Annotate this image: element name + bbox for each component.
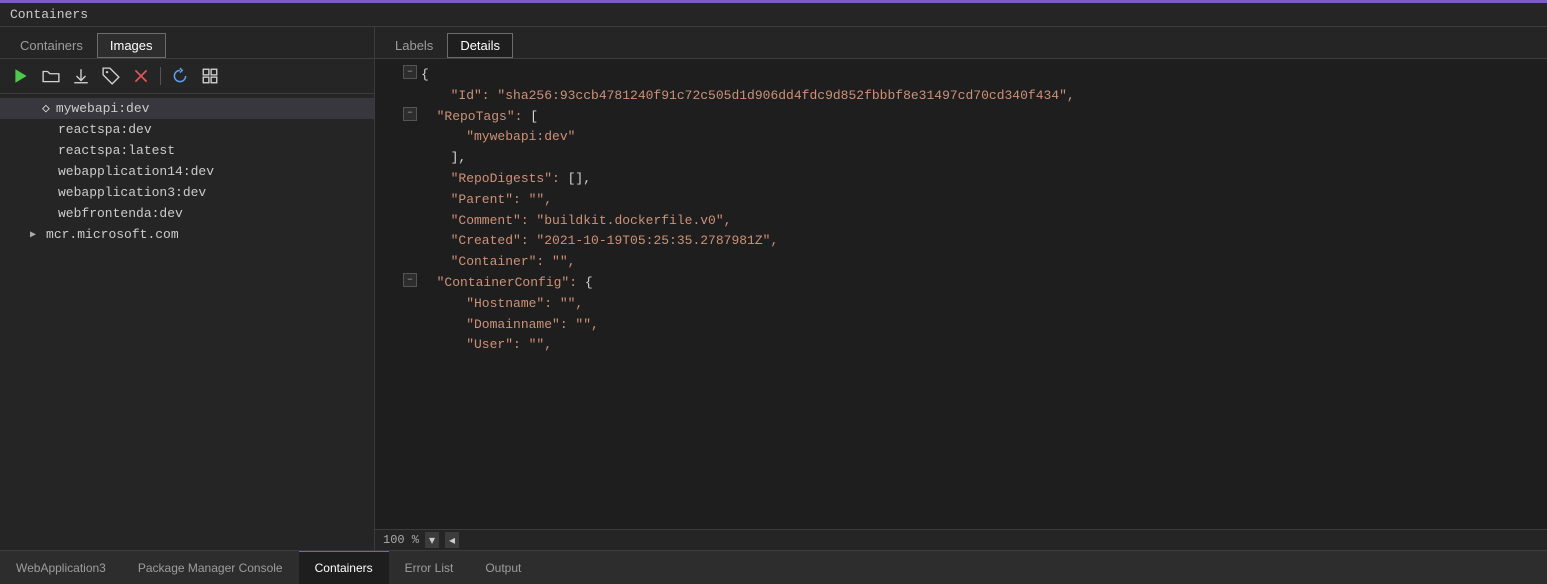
left-panel: Containers Images bbox=[0, 27, 375, 550]
collapse-button[interactable]: − bbox=[403, 273, 417, 287]
json-key: "ContainerConfig": bbox=[421, 273, 577, 294]
scroll-left-button[interactable]: ◂ bbox=[445, 532, 459, 548]
list-item[interactable]: webfrontenda:dev bbox=[0, 203, 374, 224]
json-key: "Domainname": bbox=[435, 315, 568, 336]
zoom-bar: 100 % ▾ ◂ bbox=[375, 529, 1547, 550]
image-list: ◇ mywebapi:dev reactspa:dev reactspa:lat… bbox=[0, 94, 374, 550]
json-bracket: { bbox=[577, 273, 593, 294]
json-value: "", bbox=[568, 315, 599, 336]
list-item[interactable]: webapplication3:dev bbox=[0, 182, 374, 203]
json-line: − { bbox=[375, 65, 1547, 86]
json-line: "Parent": "", bbox=[375, 190, 1547, 211]
item-label: mcr.microsoft.com bbox=[46, 227, 179, 242]
right-tab-bar: Labels Details bbox=[375, 27, 1547, 59]
open-folder-button[interactable] bbox=[38, 65, 64, 87]
tab-package-manager-console[interactable]: Package Manager Console bbox=[122, 551, 299, 584]
zoom-label: 100 % bbox=[383, 533, 419, 547]
list-item[interactable]: reactspa:latest bbox=[0, 140, 374, 161]
json-line: "mywebapi:dev" bbox=[375, 127, 1547, 148]
json-line: "Hostname": "", bbox=[375, 294, 1547, 315]
json-value: "", bbox=[521, 335, 552, 356]
tab-containers[interactable]: Containers bbox=[8, 33, 95, 58]
json-key: "Container": bbox=[435, 252, 544, 273]
json-line: "RepoDigests": [], bbox=[375, 169, 1547, 190]
json-value: "", bbox=[552, 294, 583, 315]
item-label: reactspa:dev bbox=[58, 122, 152, 137]
title-bar: Containers bbox=[0, 3, 1547, 27]
json-key: "Id": bbox=[435, 86, 490, 107]
json-key: "Hostname": bbox=[435, 294, 552, 315]
pull-button[interactable] bbox=[68, 65, 94, 87]
json-bracket: [ bbox=[522, 107, 538, 128]
left-toolbar bbox=[0, 59, 374, 94]
content-area: Containers Images bbox=[0, 27, 1547, 550]
main-container: Containers Containers Images bbox=[0, 3, 1547, 584]
collapse-button[interactable]: − bbox=[403, 107, 417, 121]
json-value: "sha256:93ccb4781240f91c72c505d1d906dd4f… bbox=[490, 86, 1075, 107]
json-line: "User": "", bbox=[375, 335, 1547, 356]
delete-button[interactable] bbox=[128, 65, 154, 87]
list-item[interactable]: ◇ mywebapi:dev bbox=[0, 98, 374, 119]
json-key: "RepoDigests": bbox=[435, 169, 560, 190]
zoom-dropdown-button[interactable]: ▾ bbox=[425, 532, 439, 548]
json-key: "RepoTags": bbox=[421, 107, 522, 128]
json-value: "", bbox=[521, 190, 552, 211]
item-label: webapplication3:dev bbox=[58, 185, 206, 200]
item-label: mywebapi:dev bbox=[56, 101, 150, 116]
tab-containers-bottom[interactable]: Containers bbox=[299, 551, 389, 584]
json-line: "Id": "sha256:93ccb4781240f91c72c505d1d9… bbox=[375, 86, 1547, 107]
tab-labels[interactable]: Labels bbox=[383, 33, 445, 58]
tab-webapplication3[interactable]: WebApplication3 bbox=[0, 551, 122, 584]
json-value: "", bbox=[544, 252, 575, 273]
expand-icon[interactable]: ▶ bbox=[30, 229, 36, 241]
refresh-button[interactable] bbox=[167, 65, 193, 87]
run-button[interactable] bbox=[8, 65, 34, 87]
json-bracket: [], bbox=[560, 169, 591, 190]
json-bracket: ], bbox=[435, 148, 466, 169]
title-text: Containers bbox=[10, 7, 88, 22]
json-key: "Comment": bbox=[435, 211, 529, 232]
tag-icon: ◇ bbox=[42, 101, 50, 116]
json-value: "mywebapi:dev" bbox=[435, 127, 575, 148]
list-item[interactable]: ▶ mcr.microsoft.com bbox=[0, 224, 374, 245]
tab-error-list[interactable]: Error List bbox=[389, 551, 470, 584]
list-item[interactable]: webapplication14:dev bbox=[0, 161, 374, 182]
left-tab-bar: Containers Images bbox=[0, 27, 374, 59]
json-content[interactable]: − { "Id": "sha256:93ccb4781240f91c72c505… bbox=[375, 59, 1547, 529]
tab-images[interactable]: Images bbox=[97, 33, 166, 58]
json-line: − "ContainerConfig": { bbox=[375, 273, 1547, 294]
item-label: webfrontenda:dev bbox=[58, 206, 183, 221]
collapse-button[interactable]: − bbox=[403, 65, 417, 79]
json-key: "Created": bbox=[435, 231, 529, 252]
list-item[interactable]: reactspa:dev bbox=[0, 119, 374, 140]
json-line: "Created": "2021-10-19T05:25:35.2787981Z… bbox=[375, 231, 1547, 252]
json-line: "Container": "", bbox=[375, 252, 1547, 273]
item-label: reactspa:latest bbox=[58, 143, 175, 158]
json-key: "User": bbox=[435, 335, 521, 356]
json-line: "Comment": "buildkit.dockerfile.v0", bbox=[375, 211, 1547, 232]
more-button[interactable] bbox=[197, 65, 223, 87]
tab-details[interactable]: Details bbox=[447, 33, 513, 58]
toolbar-divider bbox=[160, 67, 161, 85]
tab-output[interactable]: Output bbox=[469, 551, 537, 584]
json-line: − "RepoTags": [ bbox=[375, 107, 1547, 128]
json-line: ], bbox=[375, 148, 1547, 169]
bottom-tab-bar: WebApplication3 Package Manager Console … bbox=[0, 550, 1547, 584]
item-label: webapplication14:dev bbox=[58, 164, 214, 179]
json-key: "Parent": bbox=[435, 190, 521, 211]
json-bracket: { bbox=[421, 65, 429, 86]
json-line: "Domainname": "", bbox=[375, 315, 1547, 336]
json-value: "2021-10-19T05:25:35.2787981Z", bbox=[529, 231, 779, 252]
tag-button[interactable] bbox=[98, 65, 124, 87]
right-panel: Labels Details − { "Id": "sha256:93ccb47… bbox=[375, 27, 1547, 550]
json-value: "buildkit.dockerfile.v0", bbox=[529, 211, 732, 232]
